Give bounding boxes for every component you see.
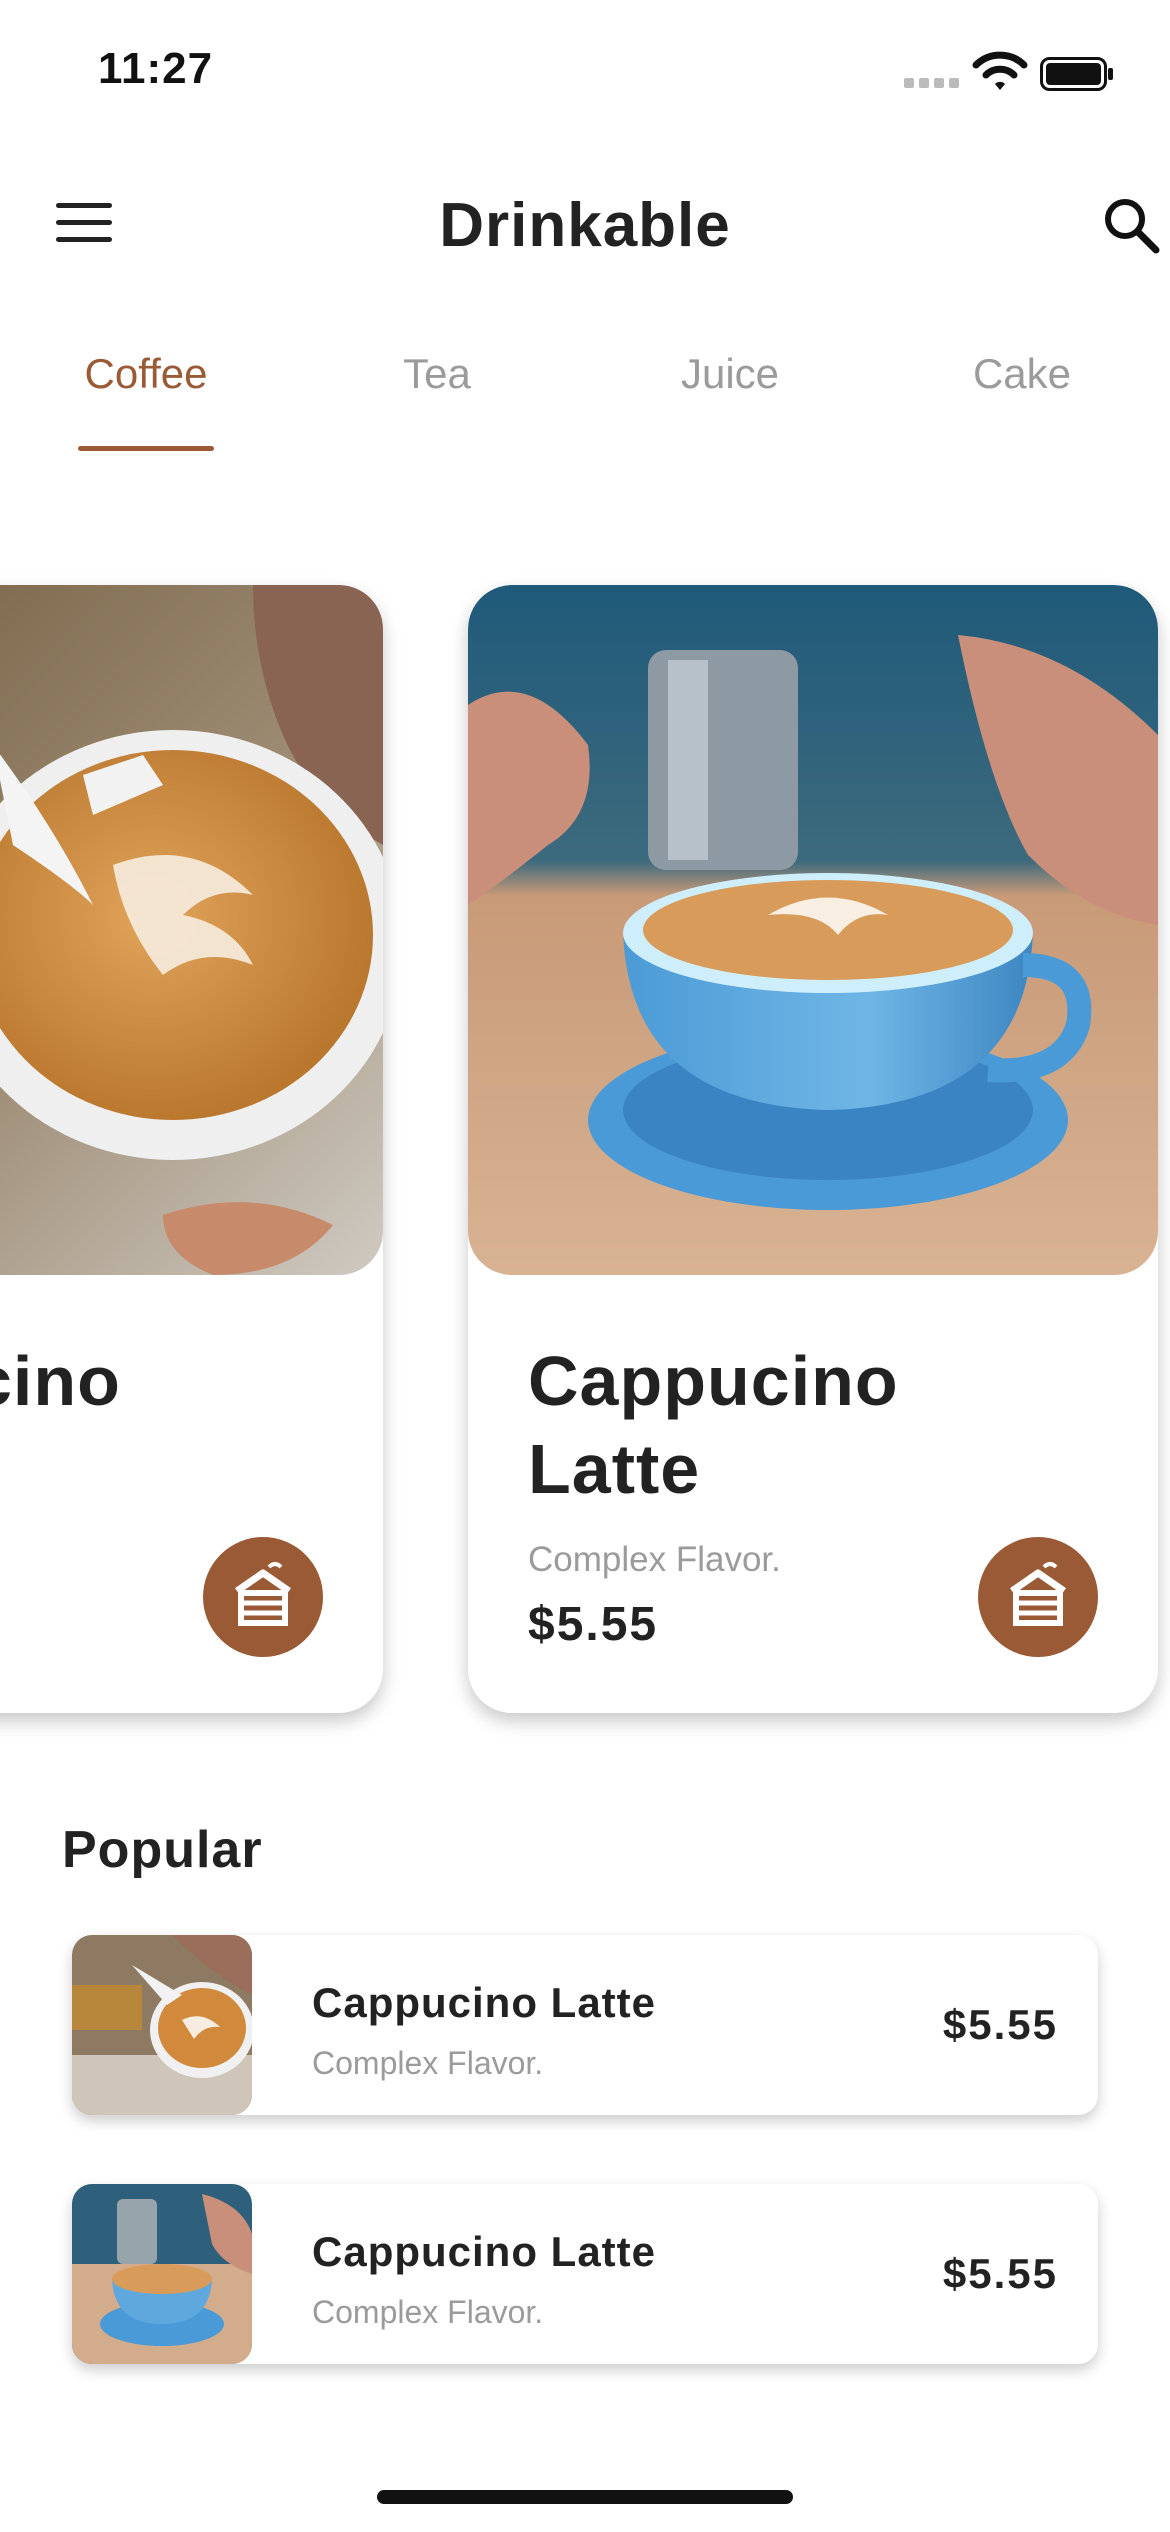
featured-card[interactable]: Cappucino Latte Complex Flavor. $5.55 — [468, 585, 1158, 1713]
list-item-name: Cappucino Latte — [312, 2228, 657, 2275]
tab-juice[interactable]: Juice — [640, 350, 820, 398]
list-item-description: Complex Flavor. — [312, 2294, 544, 2330]
list-item-price: $5.55 — [942, 2250, 1058, 2297]
add-to-cart-button[interactable] — [978, 1537, 1098, 1657]
wifi-icon — [972, 51, 1028, 90]
card-name: cino — [0, 1342, 121, 1420]
card-description: Complex Flavor. — [528, 1540, 781, 1579]
app-title: Drinkable — [439, 191, 731, 260]
screen: 11:27 Drinkable Coffee Tea Juice Cake in… — [0, 0, 1170, 2532]
list-item-price: $5.55 — [942, 2001, 1058, 2048]
add-to-cart-icon — [1010, 1562, 1066, 1626]
list-item[interactable]: Cappucino Latte Complex Flavor. $5.55 — [72, 2184, 1098, 2364]
card-image — [0, 585, 383, 1275]
tab-coffee[interactable]: Coffee — [56, 350, 236, 398]
add-to-cart-button[interactable] — [203, 1537, 323, 1657]
battery-icon — [1040, 57, 1113, 91]
list-item-name: Cappucino Latte — [312, 1979, 657, 2026]
status-time: 11:27 — [98, 44, 214, 93]
tab-tea[interactable]: Tea — [347, 350, 527, 398]
tab-active-indicator — [78, 446, 214, 451]
signal-icon — [904, 78, 960, 90]
featured-card[interactable]: cino r. — [0, 585, 383, 1713]
card-price: $5.55 — [528, 1598, 659, 1651]
card-image — [468, 585, 1158, 1275]
list-item[interactable]: Cappucino Latte Complex Flavor. $5.55 — [72, 1935, 1098, 2115]
list-thumbnail — [72, 2184, 252, 2364]
list-item-description: Complex Flavor. — [312, 2045, 544, 2081]
tab-cake[interactable]: Cake — [932, 350, 1112, 398]
add-to-cart-icon — [235, 1562, 291, 1626]
list-thumbnail — [72, 1935, 252, 2115]
search-icon[interactable] — [1102, 196, 1162, 256]
home-indicator[interactable] — [377, 2490, 793, 2504]
section-title-popular: Popular — [62, 1821, 263, 1879]
card-name: Cappucino Latte — [528, 1342, 899, 1508]
